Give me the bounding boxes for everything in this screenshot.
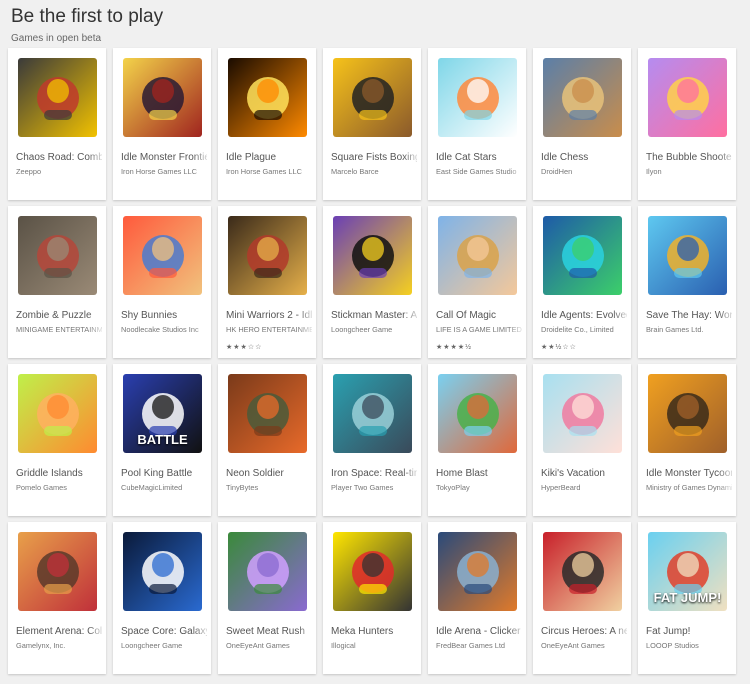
game-card[interactable]: Griddle Islands Pomelo Games <box>8 364 106 516</box>
race-car-icon[interactable] <box>18 58 97 137</box>
section-header: Be the first to play Games in open beta <box>11 6 163 44</box>
monster-icon[interactable] <box>123 58 202 137</box>
game-card[interactable]: Shy Bunnies Noodlecake Studios Inc <box>113 206 211 358</box>
parrot-icon[interactable] <box>648 216 727 295</box>
robot-icon[interactable] <box>438 532 517 611</box>
game-card[interactable]: Idle Chess DroidHen <box>533 48 631 200</box>
text-fade <box>193 622 211 652</box>
text-fade <box>88 306 106 336</box>
warrior-icon[interactable] <box>228 216 307 295</box>
zombie-icon[interactable] <box>228 532 307 611</box>
game-card[interactable]: Chaos Road: Combat RacingZeeppo <box>8 48 106 200</box>
game-card[interactable]: Mini Warriors 2 - IdleHK HERO ENTERTAINM… <box>218 206 316 358</box>
heroine-icon[interactable] <box>438 216 517 295</box>
text-fade <box>718 148 736 178</box>
game-card[interactable]: Kiki's Vacation HyperBeard <box>533 364 631 516</box>
text-fade <box>718 622 736 652</box>
text-fade <box>88 148 106 178</box>
text-fade <box>718 306 736 336</box>
game-card[interactable]: Space Core: Galaxy Loongcheer Game <box>113 522 211 674</box>
text-fade <box>193 464 211 494</box>
game-card[interactable]: Idle Monster Tycoon Ministry of Games Dyn… <box>638 364 736 516</box>
section-title: Be the first to play <box>11 6 164 27</box>
brute-icon[interactable] <box>648 374 727 453</box>
text-fade <box>718 464 736 494</box>
agent-icon[interactable] <box>543 216 622 295</box>
soldier-icon[interactable] <box>228 374 307 453</box>
game-card[interactable]: Iron Space: Real-timePlayer Two Games <box>323 364 421 516</box>
bubble-icon[interactable] <box>648 58 727 137</box>
text-fade <box>88 622 106 652</box>
cat-icon[interactable] <box>438 58 517 137</box>
game-card[interactable]: Sweet Meat Rush OneEyeAnt Games <box>218 522 316 674</box>
clown-icon[interactable] <box>543 532 622 611</box>
game-card[interactable]: Idle Cat Stars East Side Games Studio <box>428 48 526 200</box>
house-icon[interactable] <box>438 374 517 453</box>
game-card[interactable]: Neon Soldier TinyBytes <box>218 364 316 516</box>
game-card[interactable]: Idle Agents: Evolved Droidelite Co., Limi… <box>533 206 631 358</box>
text-fade <box>403 464 421 494</box>
plague-burst-icon[interactable] <box>228 58 307 137</box>
text-fade <box>193 306 211 336</box>
text-fade <box>613 622 631 652</box>
island-icon[interactable] <box>18 374 97 453</box>
text-fade <box>613 464 631 494</box>
section-subtitle: Games in open beta <box>11 33 102 44</box>
game-card[interactable]: Meka Hunters Illogical <box>323 522 421 674</box>
eight-ball-icon[interactable]: BATTLE <box>123 374 202 453</box>
bunny-icon[interactable] <box>123 216 202 295</box>
game-card[interactable]: Element Arena: Cold Gamelynx, Inc. <box>8 522 106 674</box>
text-fade <box>508 306 526 336</box>
text-fade <box>193 148 211 178</box>
text-fade <box>298 306 316 336</box>
game-card[interactable]: Home Blast TokyoPlay <box>428 364 526 516</box>
text-fade <box>508 148 526 178</box>
spaceship-icon[interactable] <box>333 374 412 453</box>
game-card[interactable]: Idle Plague Iron Horse Games LLC <box>218 48 316 200</box>
stickman-icon[interactable] <box>333 216 412 295</box>
fat-jump-icon[interactable]: FAT JUMP! <box>648 532 727 611</box>
game-card[interactable]: Idle Monster Frontier Iron Horse Games LL… <box>113 48 211 200</box>
game-card[interactable]: Stickman Master: ArcherLoongcheer Game <box>323 206 421 358</box>
rating-stars: ★★½☆☆ <box>541 344 577 351</box>
text-fade <box>298 148 316 178</box>
icon-badge-text: BATTLE <box>137 432 188 447</box>
game-card[interactable]: BATTLE Pool King Battle CubeMagicLimited <box>113 364 211 516</box>
text-fade <box>403 622 421 652</box>
game-card[interactable]: Idle Arena - Clicker FredBear Games Ltd <box>428 522 526 674</box>
text-fade <box>88 464 106 494</box>
text-fade <box>298 464 316 494</box>
survivor-icon[interactable] <box>18 216 97 295</box>
text-fade <box>613 148 631 178</box>
text-fade <box>508 622 526 652</box>
text-fade <box>613 306 631 336</box>
text-fade <box>508 464 526 494</box>
rating-stars: ★★★☆☆ <box>226 344 263 351</box>
galaxy-icon[interactable] <box>123 532 202 611</box>
boxer-icon[interactable] <box>333 58 412 137</box>
game-card[interactable]: Zombie & PuzzleMINIGAME ENTERTAINMENT <box>8 206 106 358</box>
viking-icon[interactable] <box>543 58 622 137</box>
icon-badge-text: FAT JUMP! <box>653 590 722 605</box>
text-fade <box>403 306 421 336</box>
fighter-icon[interactable] <box>18 532 97 611</box>
game-card[interactable]: Save The Hay: Word Brain Games Ltd. <box>638 206 736 358</box>
rating-stars: ★★★★½ <box>436 344 472 351</box>
text-fade <box>298 622 316 652</box>
game-card[interactable]: The Bubble Shooter Ilyon <box>638 48 736 200</box>
game-card[interactable]: Call Of Magic LIFE IS A GAME LIMITED ★★★★½ <box>428 206 526 358</box>
game-card[interactable]: FAT JUMP! Fat Jump! LOOOP Studios <box>638 522 736 674</box>
text-fade <box>403 148 421 178</box>
mech-icon[interactable] <box>333 532 412 611</box>
game-card[interactable]: Square Fists Boxing Marcelo Barce <box>323 48 421 200</box>
kitten-icon[interactable] <box>543 374 622 453</box>
game-card[interactable]: Circus Heroes: A newOneEyeAnt Games <box>533 522 631 674</box>
